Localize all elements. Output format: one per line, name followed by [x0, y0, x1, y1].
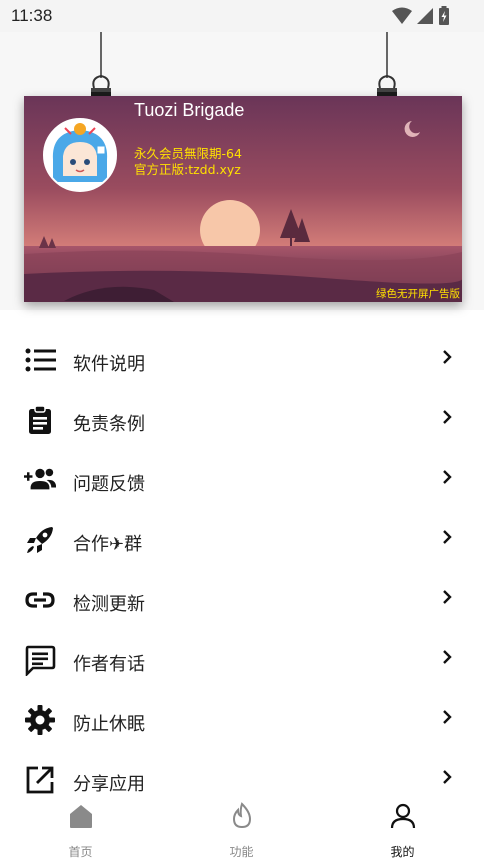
chevron-right-icon — [443, 710, 452, 724]
menu-item-label: 软件说明 — [73, 354, 145, 375]
share-icon — [26, 766, 54, 794]
chevron-right-icon — [443, 770, 452, 784]
chevron-right-icon — [443, 350, 452, 364]
menu-item-disclaimer[interactable]: 免责条例 — [0, 390, 484, 450]
signal-icon — [417, 8, 433, 24]
list-icon — [25, 348, 56, 372]
chevron-right-icon — [443, 650, 452, 664]
avatar-image — [45, 120, 115, 190]
clipboard-icon — [29, 405, 51, 434]
status-icons — [392, 6, 450, 26]
chevron-right-icon — [443, 590, 452, 604]
hanging-string — [386, 32, 388, 78]
menu-item-software-info[interactable]: 软件说明 — [0, 330, 484, 390]
menu-item-label: 问题反馈 — [73, 474, 145, 495]
tab-mine[interactable]: 我的 — [322, 796, 483, 860]
avatar[interactable] — [43, 118, 117, 192]
profile-header: Tuozi Brigade 永久会员無限期-64 官方正版:tzdd.xyz 绿… — [0, 32, 484, 310]
chevron-right-icon — [443, 530, 452, 544]
username: Tuozi Brigade — [134, 100, 245, 120]
status-time: 11:38 — [11, 6, 53, 25]
home-icon — [69, 805, 92, 828]
official-site-text: 官方正版:tzdd.xyz — [134, 162, 241, 177]
menu-item-cooperation-group[interactable]: 合作✈群 — [0, 510, 484, 570]
chevron-right-icon — [443, 410, 452, 424]
person-icon — [390, 803, 415, 829]
menu-item-label: 防止休眠 — [73, 714, 145, 735]
menu-item-label: 作者有话 — [73, 654, 145, 675]
menu-item-prevent-sleep[interactable]: 防止休眠 — [0, 690, 484, 750]
tab-label: 首页 — [68, 845, 93, 859]
link-icon — [25, 592, 55, 608]
menu-item-label: 分享应用 — [73, 774, 145, 795]
hanging-string — [100, 32, 102, 78]
rocket-icon — [27, 527, 53, 553]
menu-item-check-update[interactable]: 检测更新 — [0, 570, 484, 630]
fire-icon — [232, 802, 251, 829]
menu-item-label: 检测更新 — [73, 594, 145, 615]
battery-icon — [439, 6, 449, 25]
tab-label: 功能 — [229, 845, 254, 859]
group-add-icon — [24, 468, 56, 490]
menu-item-label: 免责条例 — [73, 414, 145, 435]
settings-menu: 软件说明 免责条例 问题反馈 合作✈群 检测更新 作者有话 防止休眠 分享应用 — [0, 330, 484, 810]
tab-functions[interactable]: 功能 — [161, 796, 322, 860]
message-icon — [25, 645, 56, 676]
chevron-right-icon — [443, 470, 452, 484]
profile-banner[interactable]: Tuozi Brigade 永久会员無限期-64 官方正版:tzdd.xyz 绿… — [24, 96, 462, 302]
menu-item-feedback[interactable]: 问题反馈 — [0, 450, 484, 510]
wifi-icon — [392, 7, 412, 24]
menu-item-label: 合作✈群 — [73, 534, 143, 555]
tab-label: 我的 — [390, 845, 415, 859]
gear-icon — [25, 705, 55, 735]
tab-home[interactable]: 首页 — [0, 796, 161, 860]
ad-free-label: 绿色无开屏广告版 — [376, 288, 460, 300]
bottom-navigation: 首页 功能 我的 — [0, 796, 484, 860]
menu-item-author-notes[interactable]: 作者有话 — [0, 630, 484, 690]
status-bar: 11:38 — [0, 0, 484, 32]
